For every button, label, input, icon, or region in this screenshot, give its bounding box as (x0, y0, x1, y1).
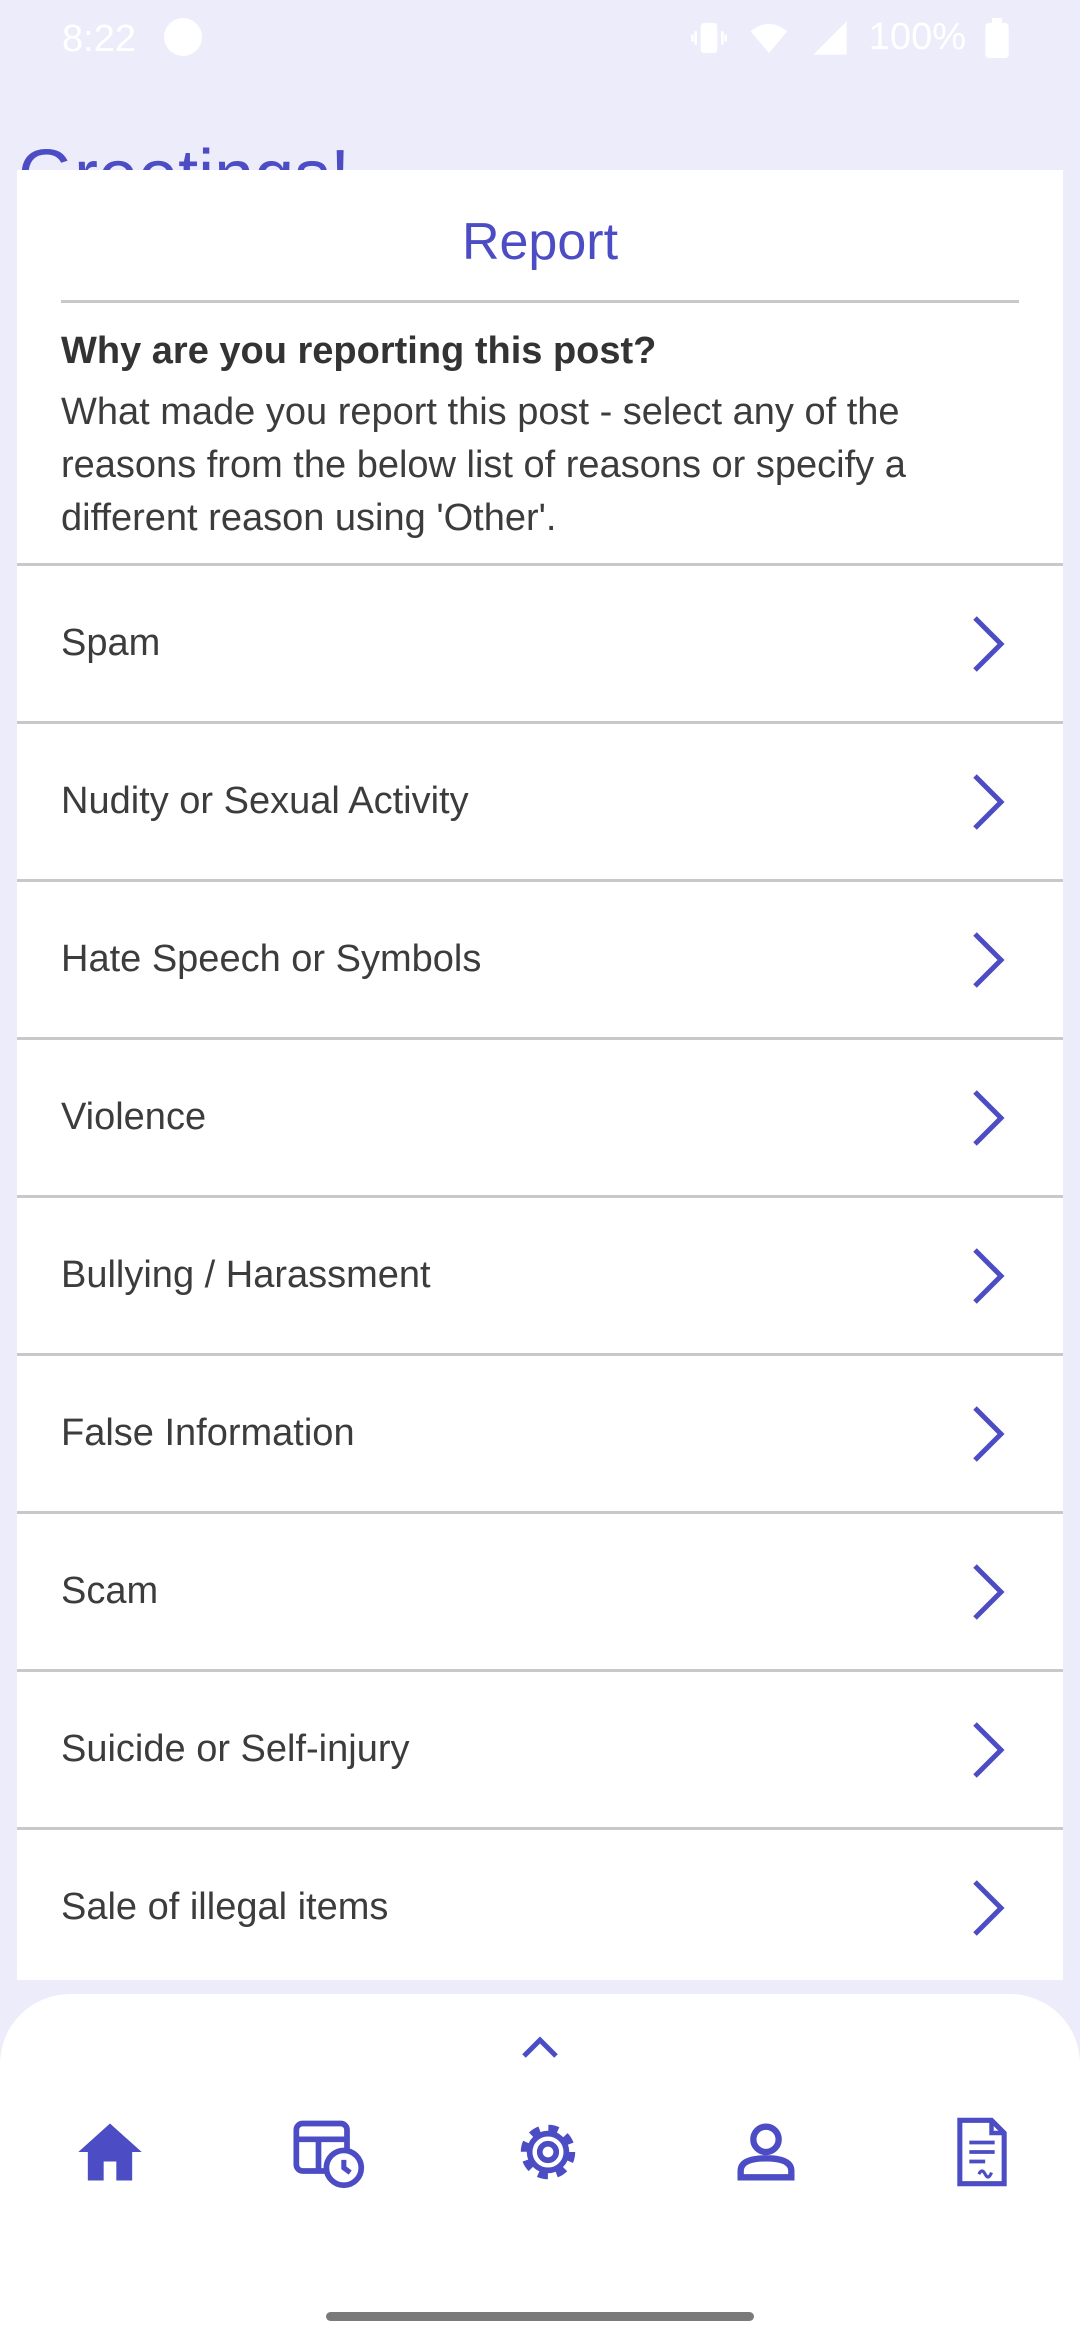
gesture-home-bar[interactable] (326, 2312, 754, 2321)
person-icon[interactable] (728, 2114, 804, 2190)
reason-false-information[interactable]: False Information (17, 1353, 1063, 1511)
reason-label: Hate Speech or Symbols (61, 938, 482, 980)
chevron-right-icon (973, 1563, 1005, 1620)
document-icon[interactable] (944, 2114, 1020, 2190)
reason-illegal-items[interactable]: Sale of illegal items (17, 1827, 1063, 1985)
reason-label: False Information (61, 1412, 355, 1454)
reason-list: Spam Nudity or Sexual Activity Hate Spee… (17, 563, 1063, 1985)
reason-label: Suicide or Self-injury (61, 1728, 410, 1770)
vibrate-icon (690, 22, 727, 53)
battery-icon (985, 17, 1009, 58)
reason-label: Violence (61, 1096, 207, 1138)
reason-violence[interactable]: Violence (17, 1037, 1063, 1195)
chevron-right-icon (973, 773, 1005, 830)
report-question: Why are you reporting this post? (61, 330, 657, 372)
signal-icon (813, 20, 847, 55)
home-icon[interactable] (72, 2114, 148, 2190)
reason-label: Scam (61, 1570, 159, 1612)
report-description: What made you report this post - select … (61, 391, 906, 539)
battery-percent: 100% (868, 16, 966, 58)
report-sheet: Report Why are you reporting this post? … (17, 170, 1063, 1980)
report-title: Report (461, 213, 619, 271)
reason-label: Sale of illegal items (61, 1886, 389, 1928)
reason-label: Spam (61, 622, 161, 664)
chevron-right-icon (973, 1879, 1005, 1936)
status-time: 8:22 (62, 18, 136, 60)
reason-spam[interactable]: Spam (17, 563, 1063, 721)
reason-hate-speech[interactable]: Hate Speech or Symbols (17, 879, 1063, 1037)
bottom-nav (0, 1994, 1080, 2340)
chevron-right-icon (973, 931, 1005, 988)
reason-label: Bullying / Harassment (61, 1254, 431, 1296)
reason-bullying[interactable]: Bullying / Harassment (17, 1195, 1063, 1353)
chevron-right-icon (973, 1721, 1005, 1778)
reason-label: Nudity or Sexual Activity (61, 780, 469, 822)
reason-scam[interactable]: Scam (17, 1511, 1063, 1669)
title-divider (61, 300, 1019, 303)
chevron-right-icon (973, 1089, 1005, 1146)
wifi-icon (750, 23, 788, 53)
chevron-right-icon (973, 1405, 1005, 1462)
notification-app-icon (164, 18, 202, 56)
status-icons: 100% (689, 16, 1010, 59)
gear-icon[interactable] (510, 2114, 586, 2190)
reason-suicide-self-injury[interactable]: Suicide or Self-injury (17, 1669, 1063, 1827)
calendar-clock-icon[interactable] (290, 2114, 366, 2190)
chevron-right-icon (973, 1247, 1005, 1304)
status-bar: 8:22 100% (0, 0, 1080, 80)
chevron-up-icon[interactable] (520, 2034, 560, 2062)
chevron-right-icon (973, 615, 1005, 672)
reason-nudity[interactable]: Nudity or Sexual Activity (17, 721, 1063, 879)
